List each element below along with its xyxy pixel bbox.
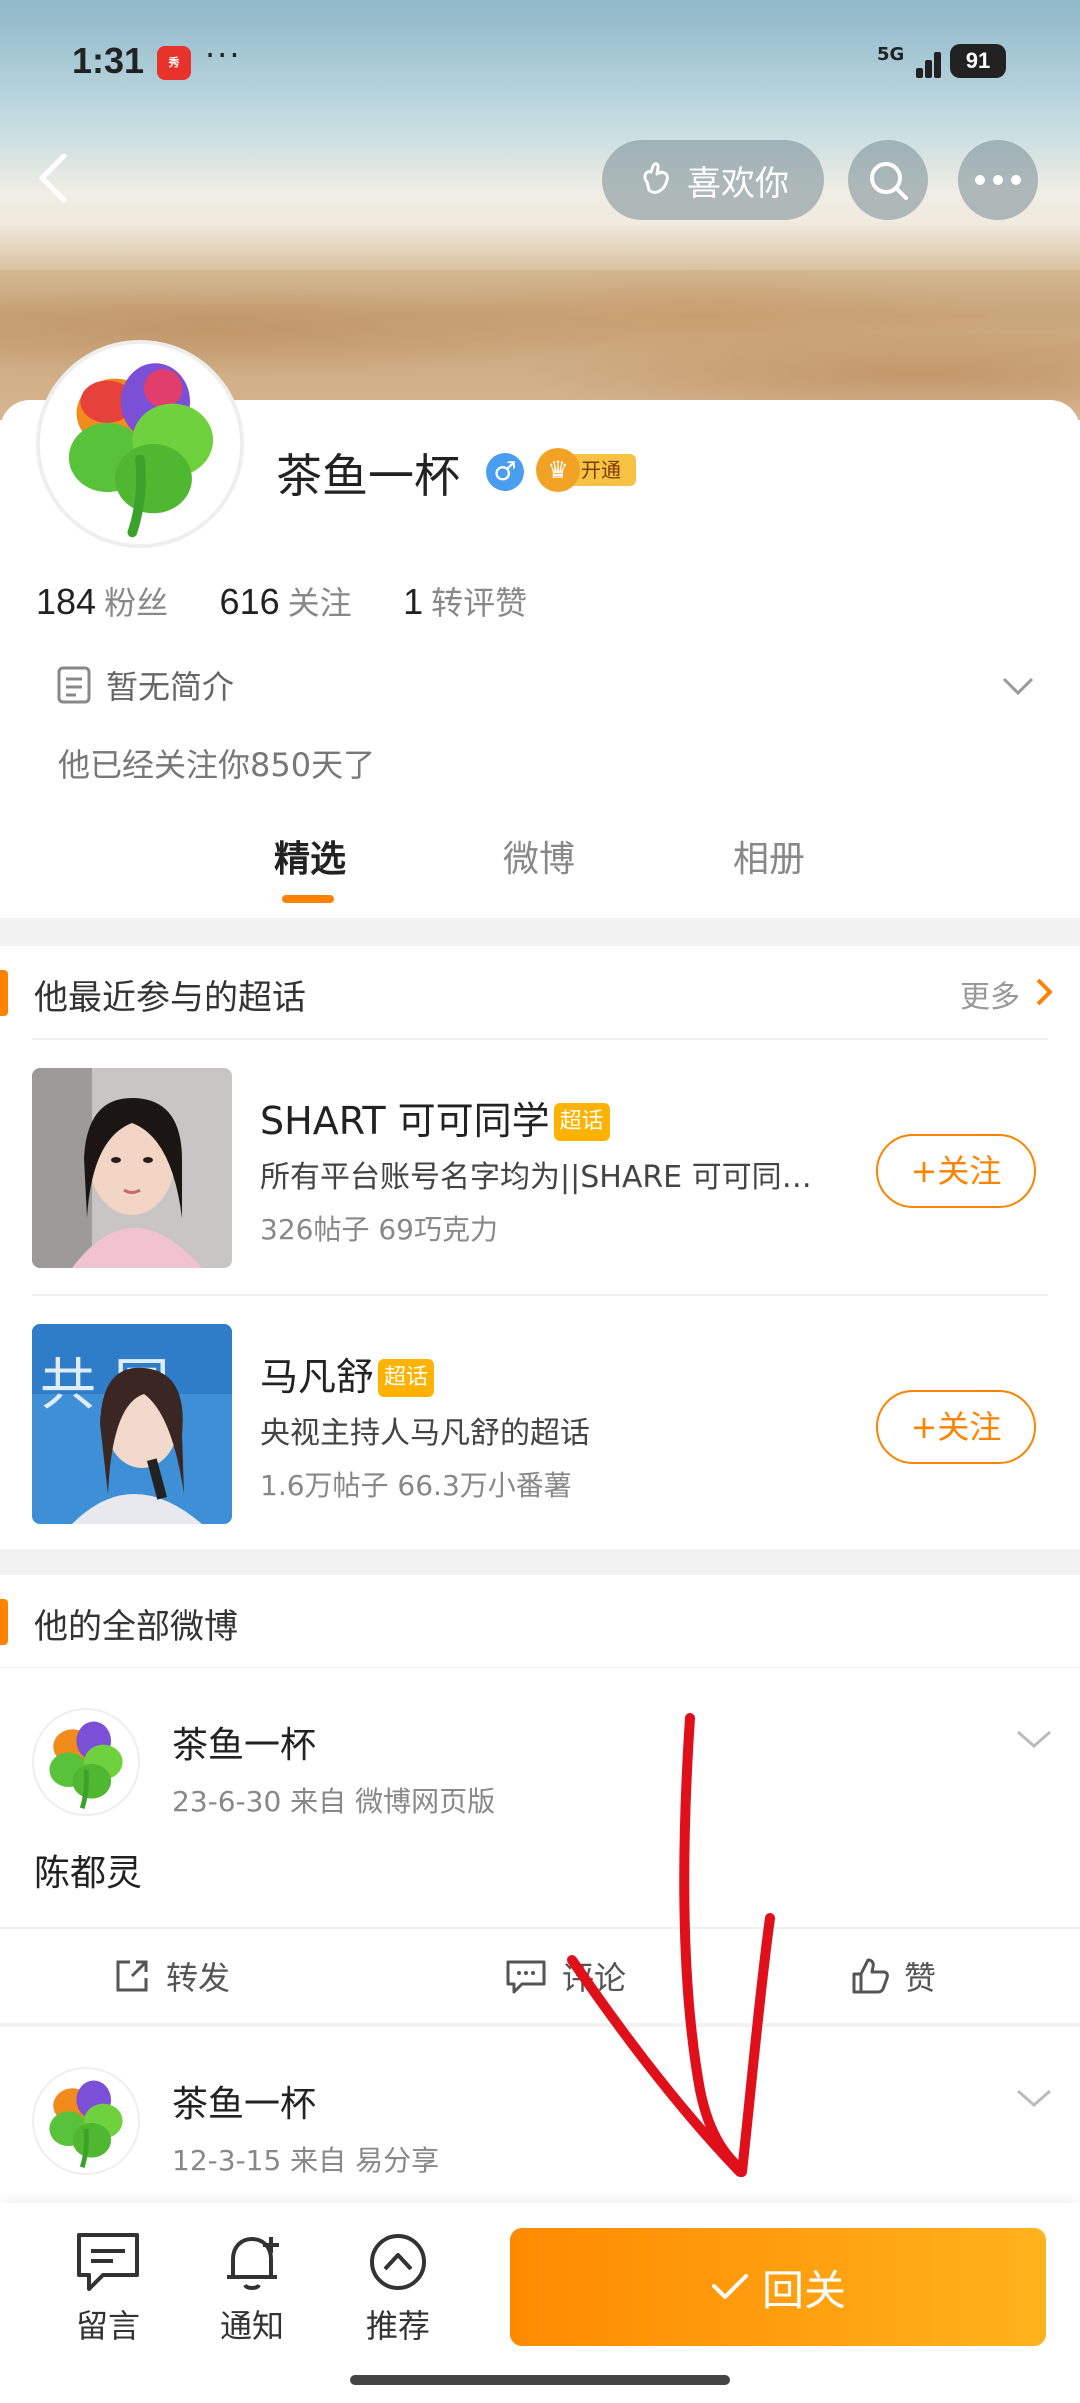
status-time: 1:31 <box>72 40 145 81</box>
stat-interactions[interactable]: 1 转评赞 <box>403 581 567 623</box>
comment-label: 评论 <box>562 1959 627 1997</box>
supertopics-header: 他最近参与的超话 更多 <box>0 946 1080 1038</box>
supertopic-thumbnail <box>32 1068 232 1268</box>
share-icon <box>116 1960 148 1992</box>
message-label: 留言 <box>75 2307 140 2345</box>
comment-icon <box>506 1960 546 1994</box>
repost-label: 转发 <box>166 1959 231 1997</box>
portrait-image <box>32 1068 232 1268</box>
more-options-button[interactable] <box>958 140 1038 220</box>
repost-button[interactable]: 转发 <box>112 1953 230 1999</box>
follow-supertopic-button[interactable]: +关注 <box>876 1390 1036 1464</box>
like-you-label: 喜欢你 <box>687 163 789 204</box>
male-gender-icon: ♂ <box>486 453 524 491</box>
more-dots-icon <box>975 175 1021 185</box>
section-divider <box>0 918 1080 946</box>
post-author[interactable]: 茶鱼一杯 <box>172 1716 316 1768</box>
portrait-image: 共 国 <box>32 1324 232 1524</box>
all-posts-title: 他的全部微博 <box>34 1607 238 1647</box>
post-card[interactable]: 茶鱼一杯 12-3-15 来自 易分享 <box>0 2027 1080 2207</box>
supertopic-badge: 超话 <box>378 1359 435 1397</box>
profile-stats: 184 粉丝 616 关注 1 转评赞 <box>36 578 567 624</box>
tab-weibo[interactable]: 微博 <box>503 830 575 882</box>
supertopic-thumbnail: 共 国 <box>32 1324 232 1524</box>
bell-plus-icon <box>227 2237 279 2290</box>
bottom-action-bar: 留言 通知 推荐 回关 <box>0 2203 1080 2403</box>
message-button[interactable]: 留言 <box>48 2229 168 2347</box>
status-bar: 1:31 秀 ··· 5G 91 <box>0 36 1080 90</box>
supertopic-badge: 超话 <box>553 1103 610 1141</box>
supertopic-stats: 1.6万帖子 66.3万小番薯 <box>260 1469 572 1502</box>
supertopic-item[interactable]: 共 国 马凡舒 超话 央视主持人马凡舒的超话 1.6万帖子 66.3万小番薯 +关… <box>0 1296 1080 1551</box>
supertopics-more-link[interactable]: 更多 <box>960 972 1020 1016</box>
section-divider <box>0 1549 1080 1577</box>
follow-back-label: 回关 <box>761 2265 846 2315</box>
clover-avatar-icon <box>49 1721 123 1809</box>
message-icon <box>77 2233 139 2291</box>
follow-supertopic-button[interactable]: +关注 <box>876 1134 1036 1208</box>
like-button[interactable]: 赞 <box>850 1953 936 1999</box>
document-icon <box>57 666 91 704</box>
thumbs-up-icon <box>852 1958 889 1994</box>
stat-following[interactable]: 616 关注 <box>220 581 392 623</box>
post-meta: 12-3-15 来自 易分享 <box>172 2144 440 2177</box>
crown-icon: ♛ <box>536 448 580 492</box>
stat-followers[interactable]: 184 粉丝 <box>36 581 208 623</box>
like-label: 赞 <box>904 1959 937 1997</box>
supertopic-item[interactable]: SHART 可可同学超话 所有平台账号名字均为||SHARE 可可同学，其余均为… <box>0 1040 1080 1295</box>
battery-indicator: 91 <box>950 44 1006 78</box>
post-avatar[interactable] <box>32 2067 140 2175</box>
app-notification-icon: 秀 <box>157 46 191 80</box>
chevron-right-icon[interactable] <box>1034 976 1054 1008</box>
tab-active-indicator <box>282 895 334 903</box>
chevron-up-circle-icon <box>370 2234 426 2290</box>
recommend-button[interactable]: 推荐 <box>338 2229 458 2347</box>
supertopic-name: 马凡舒 超话 <box>260 1346 435 1401</box>
clover-avatar-icon <box>40 344 240 544</box>
clover-avatar-icon <box>49 2080 123 2168</box>
supertopics-title: 他最近参与的超话 <box>34 978 306 1018</box>
profile-avatar[interactable] <box>36 340 244 548</box>
notify-label: 通知 <box>219 2307 284 2345</box>
post-meta: 23-6-30 来自 微博网页版 <box>172 1785 496 1818</box>
check-icon <box>711 2274 748 2299</box>
home-indicator[interactable] <box>350 2375 730 2385</box>
supertopic-name: SHART 可可同学 超话 <box>260 1090 610 1145</box>
network-type: 5G <box>877 44 905 65</box>
supertopic-description: 央视主持人马凡舒的超话 <box>260 1416 590 1451</box>
profile-intro[interactable]: 暂无简介 <box>56 662 234 708</box>
notify-button[interactable]: 通知 <box>192 2229 312 2347</box>
like-you-button[interactable]: 喜欢你 <box>602 140 824 220</box>
back-button[interactable] <box>28 148 78 208</box>
follow-back-button[interactable]: 回关 <box>510 2228 1046 2346</box>
vip-open-badge[interactable]: 开通 ♛ <box>536 448 636 492</box>
more-notifications-icon: ··· <box>205 36 242 74</box>
chevron-left-icon <box>39 153 67 203</box>
profile-tabs: 精选 微博 相册 <box>0 830 1080 910</box>
tab-album[interactable]: 相册 <box>733 830 805 882</box>
follow-days-text: 他已经关注你850天了 <box>58 746 376 784</box>
signal-icon <box>902 44 942 78</box>
search-button[interactable] <box>848 140 928 220</box>
search-icon <box>870 162 908 200</box>
post-card[interactable]: 茶鱼一杯 23-6-30 来自 微博网页版 陈都灵 <box>0 1668 1080 1926</box>
post-actions: 转发 评论 赞 <box>0 1927 1080 2023</box>
section-accent-bar <box>0 970 8 1016</box>
supertopic-stats: 326帖子 69巧克力 <box>260 1213 498 1246</box>
comment-button[interactable]: 评论 <box>504 1953 626 1999</box>
chevron-down-icon[interactable] <box>1000 675 1036 699</box>
post-author[interactable]: 茶鱼一杯 <box>172 2075 316 2127</box>
chevron-down-icon[interactable] <box>1014 2087 1054 2111</box>
intro-text: 暂无简介 <box>106 668 235 706</box>
all-posts-header: 他的全部微博 <box>0 1575 1080 1667</box>
tab-featured[interactable]: 精选 <box>274 830 346 882</box>
post-text: 陈都灵 <box>34 1853 143 1894</box>
profile-name: 茶鱼一杯 <box>276 449 460 503</box>
section-accent-bar <box>0 1599 8 1645</box>
recommend-label: 推荐 <box>365 2307 430 2345</box>
supertopic-description: 所有平台账号名字均为||SHARE 可可同学，其余均为假冒 <box>260 1160 840 1195</box>
post-avatar[interactable] <box>32 1708 140 1816</box>
chevron-down-icon[interactable] <box>1014 1728 1054 1752</box>
hand-heart-icon <box>643 162 669 194</box>
